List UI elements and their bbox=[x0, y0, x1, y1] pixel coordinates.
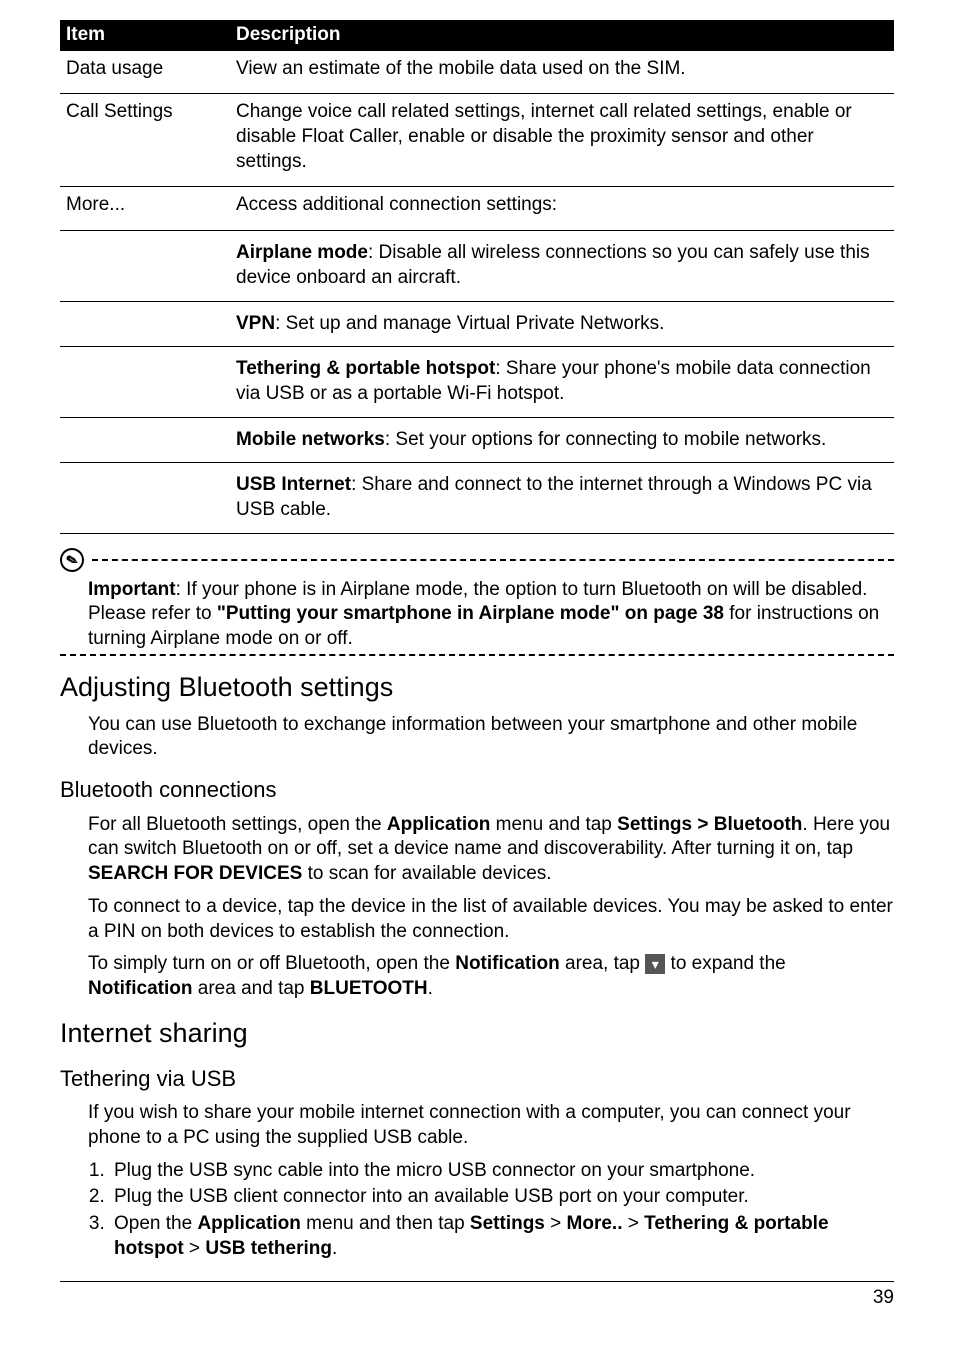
table-row: VPN: Set up and manage Virtual Private N… bbox=[60, 301, 894, 347]
pin-icon: ✎ bbox=[57, 545, 86, 574]
heading-bluetooth: Adjusting Bluetooth settings bbox=[60, 670, 894, 705]
row-desc: VPN: Set up and manage Virtual Private N… bbox=[230, 301, 894, 347]
row-desc: Airplane mode: Disable all wireless conn… bbox=[230, 231, 894, 301]
table-row: Airplane mode: Disable all wireless conn… bbox=[60, 231, 894, 301]
table-row: More... Access additional connection set… bbox=[60, 187, 894, 231]
list-item: Plug the USB client connector into an av… bbox=[110, 1185, 894, 1210]
blank-cell bbox=[60, 347, 230, 417]
page-number: 39 bbox=[873, 1287, 894, 1308]
row-desc: Change voice call related settings, inte… bbox=[230, 94, 894, 187]
row-desc: Tethering & portable hotspot: Share your… bbox=[230, 347, 894, 417]
blank-cell bbox=[60, 417, 230, 463]
row-desc: Access additional connection settings: bbox=[230, 187, 894, 231]
note-body: Important: If your phone is in Airplane … bbox=[60, 576, 894, 656]
bt-paragraph-1: For all Bluetooth settings, open the App… bbox=[88, 813, 894, 887]
row-desc: Mobile networks: Set your options for co… bbox=[230, 417, 894, 463]
tethering-steps: Plug the USB sync cable into the micro U… bbox=[88, 1159, 894, 1262]
heading-tether-usb: Tethering via USB bbox=[60, 1065, 894, 1094]
page-footer: 39 bbox=[60, 1281, 894, 1311]
blank-cell bbox=[60, 301, 230, 347]
table-row: Data usage View an estimate of the mobil… bbox=[60, 51, 894, 94]
bt-paragraph-3: To simply turn on or off Bluetooth, open… bbox=[88, 952, 894, 1001]
important-note: ✎ Important: If your phone is in Airplan… bbox=[60, 548, 894, 656]
list-item: Open the Application menu and then tap S… bbox=[110, 1212, 894, 1261]
table-row: USB Internet: Share and connect to the i… bbox=[60, 463, 894, 533]
table-row: Mobile networks: Set your options for co… bbox=[60, 417, 894, 463]
blank-cell bbox=[60, 463, 230, 533]
bt-paragraph-2: To connect to a device, tap the device i… bbox=[88, 895, 894, 944]
table-row: Call Settings Change voice call related … bbox=[60, 94, 894, 187]
row-desc: View an estimate of the mobile data used… bbox=[230, 51, 894, 94]
heading-internet-sharing: Internet sharing bbox=[60, 1016, 894, 1051]
internet-intro: If you wish to share your mobile interne… bbox=[88, 1101, 894, 1150]
row-item: Call Settings bbox=[60, 94, 230, 187]
dash-divider bbox=[92, 559, 894, 561]
blank-cell bbox=[60, 231, 230, 301]
settings-table: Item Description Data usage View an esti… bbox=[60, 20, 894, 534]
list-item: Plug the USB sync cable into the micro U… bbox=[110, 1159, 894, 1184]
table-row: Tethering & portable hotspot: Share your… bbox=[60, 347, 894, 417]
row-desc: USB Internet: Share and connect to the i… bbox=[230, 463, 894, 533]
th-item: Item bbox=[60, 20, 230, 51]
chevron-down-icon: ▾ bbox=[645, 954, 665, 974]
heading-bt-connections: Bluetooth connections bbox=[60, 776, 894, 805]
row-item: More... bbox=[60, 187, 230, 231]
th-desc: Description bbox=[230, 20, 894, 51]
bluetooth-intro: You can use Bluetooth to exchange inform… bbox=[88, 713, 894, 762]
row-item: Data usage bbox=[60, 51, 230, 94]
